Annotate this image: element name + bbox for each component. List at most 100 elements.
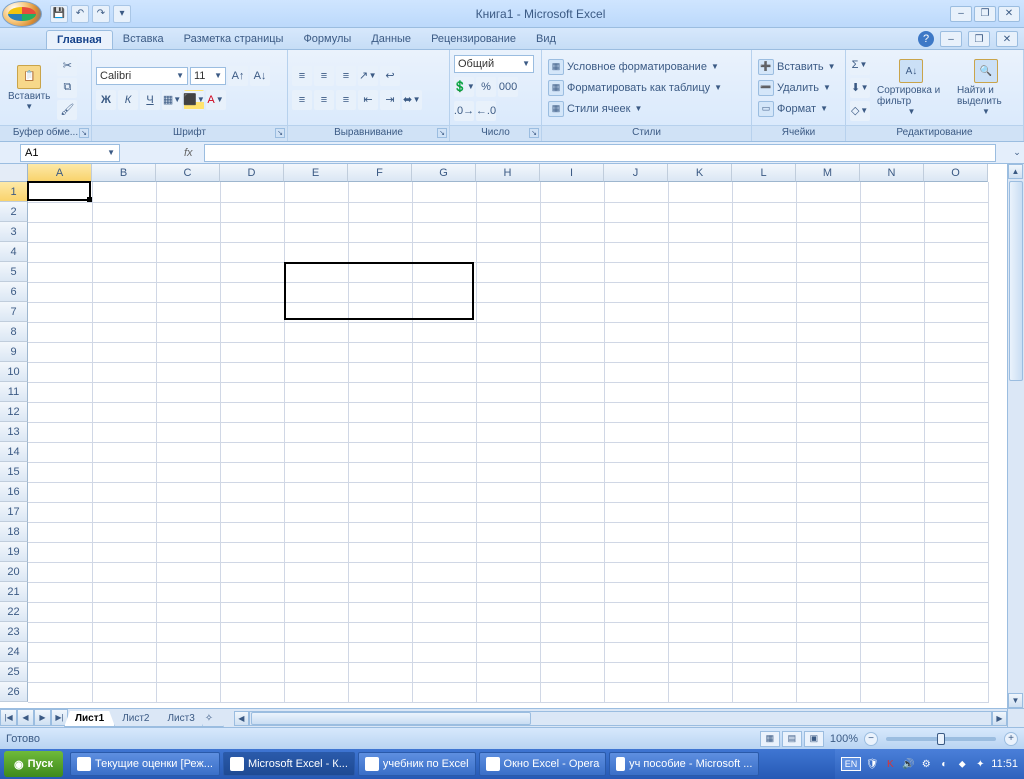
scroll-thumb[interactable]	[1009, 181, 1023, 381]
cell[interactable]	[476, 182, 540, 202]
cell[interactable]	[156, 542, 220, 562]
select-all-button[interactable]	[0, 164, 28, 182]
cell[interactable]	[668, 582, 732, 602]
cell[interactable]	[604, 382, 668, 402]
cell[interactable]	[924, 182, 988, 202]
row-header[interactable]: 6	[0, 282, 28, 302]
row-header[interactable]: 20	[0, 562, 28, 582]
cell[interactable]	[860, 422, 924, 442]
cell[interactable]	[28, 462, 92, 482]
cell[interactable]	[796, 382, 860, 402]
cell[interactable]	[604, 262, 668, 282]
clock[interactable]: 11:51	[991, 758, 1018, 770]
cell[interactable]	[924, 482, 988, 502]
scroll-up-icon[interactable]: ▲	[1008, 164, 1023, 179]
dialog-launcher-icon[interactable]: ↘	[437, 128, 447, 138]
tray-icon[interactable]: 🛡	[865, 757, 879, 771]
cell[interactable]	[540, 562, 604, 582]
cell[interactable]	[796, 282, 860, 302]
column-header[interactable]: H	[476, 164, 540, 182]
cell[interactable]	[924, 342, 988, 362]
cell[interactable]	[92, 322, 156, 342]
cell[interactable]	[476, 502, 540, 522]
cell[interactable]	[476, 422, 540, 442]
row-header[interactable]: 10	[0, 362, 28, 382]
row-header[interactable]: 18	[0, 522, 28, 542]
cell[interactable]	[604, 682, 668, 702]
cell[interactable]	[348, 542, 412, 562]
cell[interactable]	[156, 362, 220, 382]
cell[interactable]	[860, 542, 924, 562]
cell[interactable]	[924, 222, 988, 242]
cell[interactable]	[220, 442, 284, 462]
fill-color-icon[interactable]: ⬛▼	[184, 90, 204, 110]
shrink-font-icon[interactable]: A↓	[250, 66, 270, 86]
cell[interactable]	[28, 422, 92, 442]
fill-icon[interactable]: ⬇▼	[850, 78, 870, 98]
cell[interactable]	[412, 182, 476, 202]
tray-icon[interactable]: ✦	[973, 757, 987, 771]
cell[interactable]	[604, 222, 668, 242]
row-header[interactable]: 26	[0, 682, 28, 702]
cell[interactable]	[348, 282, 412, 302]
cell[interactable]	[540, 502, 604, 522]
cell[interactable]	[860, 362, 924, 382]
column-header[interactable]: A	[28, 164, 92, 182]
cell[interactable]	[348, 562, 412, 582]
row-header[interactable]: 23	[0, 622, 28, 642]
cell[interactable]	[92, 442, 156, 462]
cell[interactable]	[156, 302, 220, 322]
row-header[interactable]: 19	[0, 542, 28, 562]
find-select-button[interactable]: 🔍 Найти и выделить▼	[953, 57, 1019, 118]
align-top-icon[interactable]: ≡	[292, 66, 312, 86]
column-header[interactable]: C	[156, 164, 220, 182]
cell[interactable]	[732, 222, 796, 242]
cell[interactable]	[924, 382, 988, 402]
column-header[interactable]: J	[604, 164, 668, 182]
cell[interactable]	[28, 582, 92, 602]
scroll-right-icon[interactable]: ▶	[992, 711, 1007, 726]
tray-icon[interactable]: K	[883, 757, 897, 771]
column-header[interactable]: O	[924, 164, 988, 182]
cell[interactable]	[412, 442, 476, 462]
cell[interactable]	[796, 582, 860, 602]
sort-filter-button[interactable]: A↓ Сортировка и фильтр▼	[873, 57, 950, 118]
prev-sheet-icon[interactable]: ◀	[17, 709, 34, 726]
taskbar-item[interactable]: учебник по Excel	[358, 752, 476, 776]
taskbar-item[interactable]: уч пособие - Microsoft ...	[609, 752, 759, 776]
cell[interactable]	[796, 462, 860, 482]
cell[interactable]	[732, 582, 796, 602]
cell[interactable]	[284, 342, 348, 362]
cell[interactable]	[348, 262, 412, 282]
cell[interactable]	[540, 382, 604, 402]
cell[interactable]	[668, 222, 732, 242]
cell[interactable]	[604, 582, 668, 602]
cell[interactable]	[412, 302, 476, 322]
close-button[interactable]: ✕	[998, 6, 1020, 22]
cell[interactable]	[796, 362, 860, 382]
format-cells-button[interactable]: ▭Формат▼	[756, 100, 839, 118]
cell[interactable]	[924, 282, 988, 302]
cell[interactable]	[732, 662, 796, 682]
cell[interactable]	[412, 242, 476, 262]
cell[interactable]	[156, 602, 220, 622]
cell[interactable]	[156, 622, 220, 642]
cell[interactable]	[604, 182, 668, 202]
zoom-slider[interactable]	[886, 737, 996, 741]
align-bottom-icon[interactable]: ≡	[336, 66, 356, 86]
cell[interactable]	[28, 542, 92, 562]
cell[interactable]	[860, 242, 924, 262]
border-icon[interactable]: ▦▼	[162, 90, 182, 110]
name-box[interactable]: A1▼	[20, 144, 120, 162]
doc-restore-button[interactable]: ❐	[968, 31, 990, 47]
cell[interactable]	[156, 482, 220, 502]
cell[interactable]	[540, 662, 604, 682]
cell[interactable]	[348, 482, 412, 502]
cell[interactable]	[28, 262, 92, 282]
cell[interactable]	[28, 382, 92, 402]
decrease-decimal-icon[interactable]: ←.0	[476, 101, 496, 121]
cell[interactable]	[924, 642, 988, 662]
cell[interactable]	[220, 602, 284, 622]
cell[interactable]	[348, 602, 412, 622]
cell[interactable]	[348, 242, 412, 262]
